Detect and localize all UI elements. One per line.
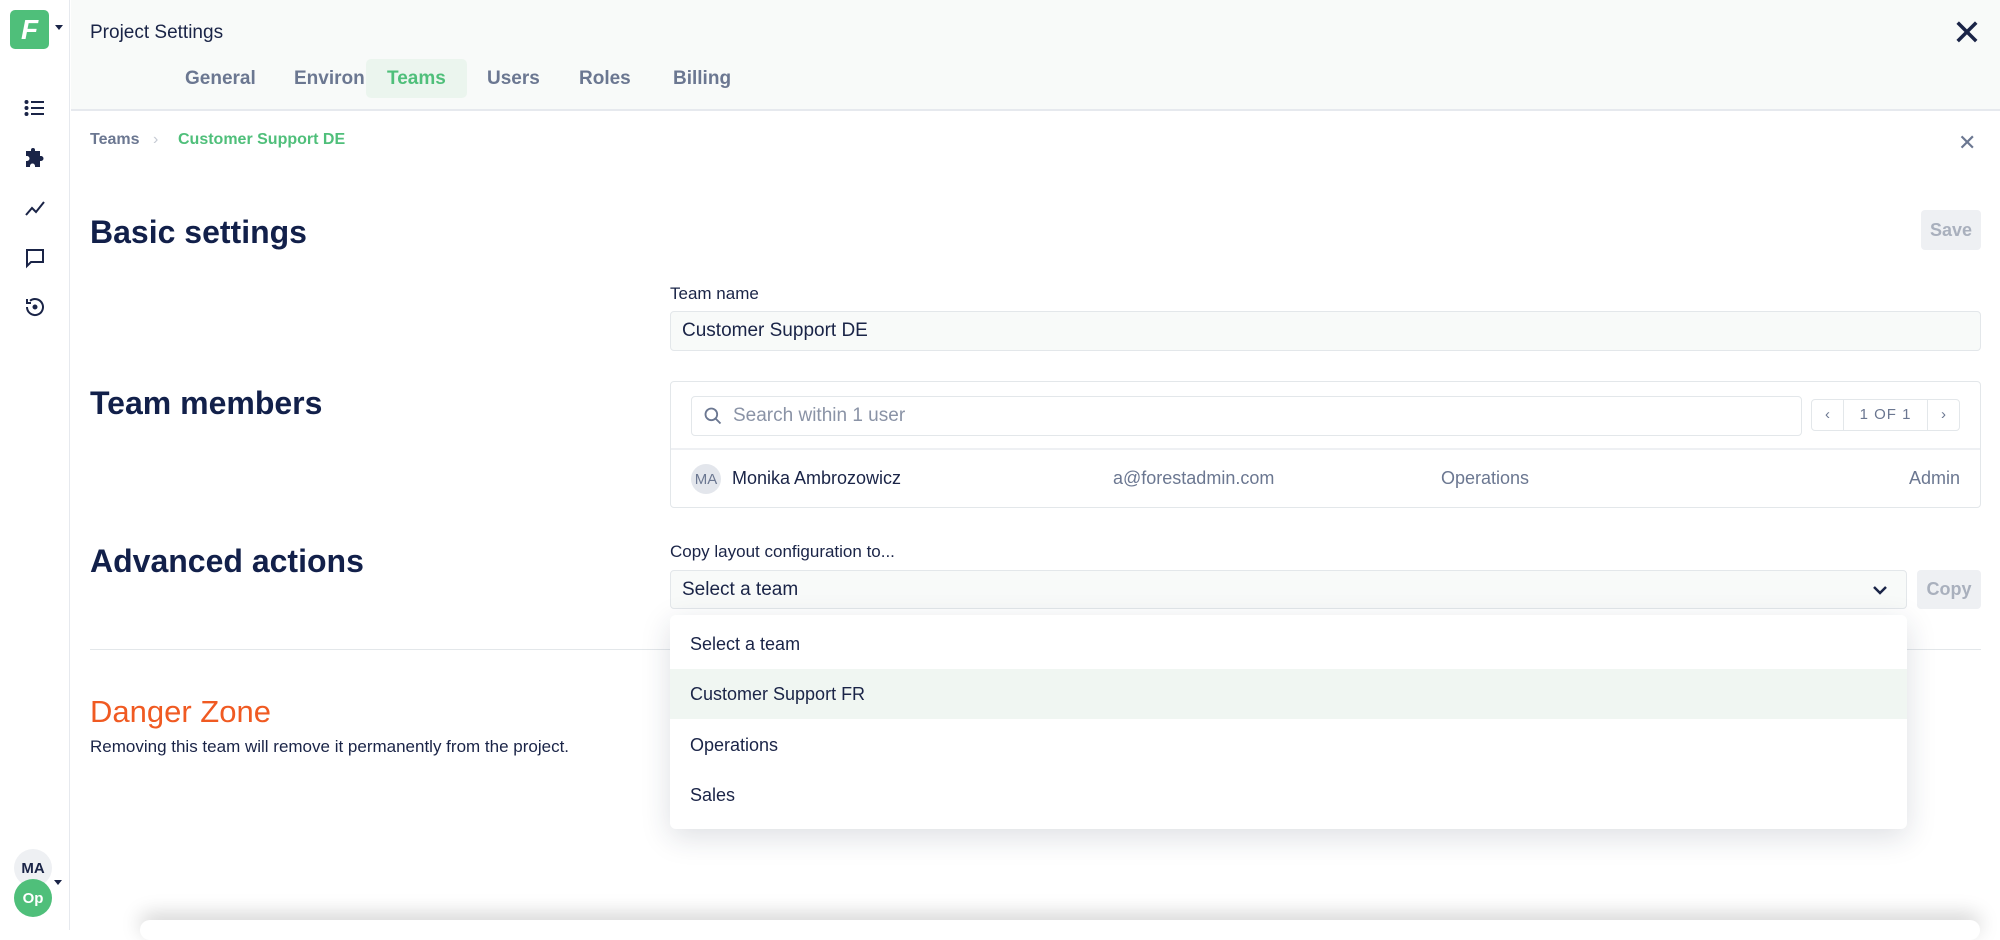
header: Project Settings General Environments Te… (71, 0, 2000, 111)
team-avatar[interactable]: Op (14, 879, 52, 917)
tab-users[interactable]: Users (466, 59, 561, 98)
next-page-button[interactable]: › (1927, 400, 1959, 430)
puzzle-icon[interactable] (20, 143, 50, 173)
page-indicator: 1 OF 1 (1859, 406, 1912, 423)
page-title: Project Settings (90, 22, 224, 43)
close-icon[interactable]: ✕ (1952, 15, 1982, 51)
member-team: Operations (1441, 468, 1530, 488)
danger-zone-text: Removing this team will remove it perman… (90, 737, 570, 756)
tab-roles[interactable]: Roles (558, 59, 652, 98)
sidebar: F MA Op (0, 0, 70, 930)
member-role: Admin (1908, 468, 1960, 488)
dropdown-option-highlighted[interactable]: Customer Support FR (670, 669, 1907, 719)
danger-zone-heading: Danger Zone (90, 694, 271, 729)
dropdown-option[interactable]: Sales (670, 770, 1907, 820)
select-value: Select a team (682, 578, 799, 600)
members-panel: Search within 1 user ‹ 1 OF 1 › MA Monik… (670, 381, 1981, 508)
team-select[interactable]: Select a team (670, 570, 1907, 609)
member-search-input[interactable]: Search within 1 user (691, 396, 1802, 436)
member-name: Monika Ambrozowicz (732, 468, 902, 488)
message-icon[interactable] (20, 243, 50, 273)
search-placeholder: Search within 1 user (733, 405, 906, 426)
breadcrumb-current: Customer Support DE (178, 131, 346, 148)
basic-settings-heading: Basic settings (90, 214, 307, 250)
chevron-down-icon (1873, 585, 1887, 595)
list-icon[interactable] (20, 93, 50, 123)
history-icon[interactable] (20, 292, 50, 322)
member-email: a@forestadmin.com (1113, 468, 1275, 488)
dropdown-option[interactable]: Operations (670, 720, 1907, 770)
bottom-shadow (140, 920, 1980, 940)
advanced-actions-heading: Advanced actions (90, 543, 364, 579)
prev-page-button[interactable]: ‹ (1812, 400, 1844, 430)
tab-teams[interactable]: Teams (366, 59, 467, 98)
chevron-right-icon: › (153, 131, 159, 148)
breadcrumb-parent[interactable]: Teams (90, 131, 140, 149)
dropdown-option[interactable]: Select a team (670, 619, 1907, 669)
tab-general[interactable]: General (164, 59, 277, 98)
search-icon (704, 407, 722, 425)
copy-layout-label: Copy layout configuration to... (670, 542, 895, 561)
avatar: MA (691, 464, 721, 494)
save-button[interactable]: Save (1921, 210, 1981, 250)
copy-button[interactable]: Copy (1917, 570, 1981, 609)
member-row[interactable]: MA Monika Ambrozowicz a@forestadmin.com … (671, 450, 1980, 508)
caret-down-icon[interactable] (55, 25, 63, 30)
team-name-value: Customer Support DE (682, 320, 868, 341)
caret-down-icon[interactable] (54, 880, 62, 885)
logo[interactable]: F (10, 10, 49, 49)
chart-line-icon[interactable] (20, 193, 50, 223)
team-dropdown-menu: Select a team Customer Support FR Operat… (670, 615, 1907, 829)
pagination: ‹ 1 OF 1 › (1811, 399, 1960, 431)
team-name-label: Team name (670, 284, 759, 303)
tab-billing[interactable]: Billing (652, 59, 752, 98)
team-name-input[interactable]: Customer Support DE (670, 311, 1981, 351)
team-members-heading: Team members (90, 385, 323, 421)
close-panel-icon[interactable]: ✕ (1958, 130, 1976, 156)
